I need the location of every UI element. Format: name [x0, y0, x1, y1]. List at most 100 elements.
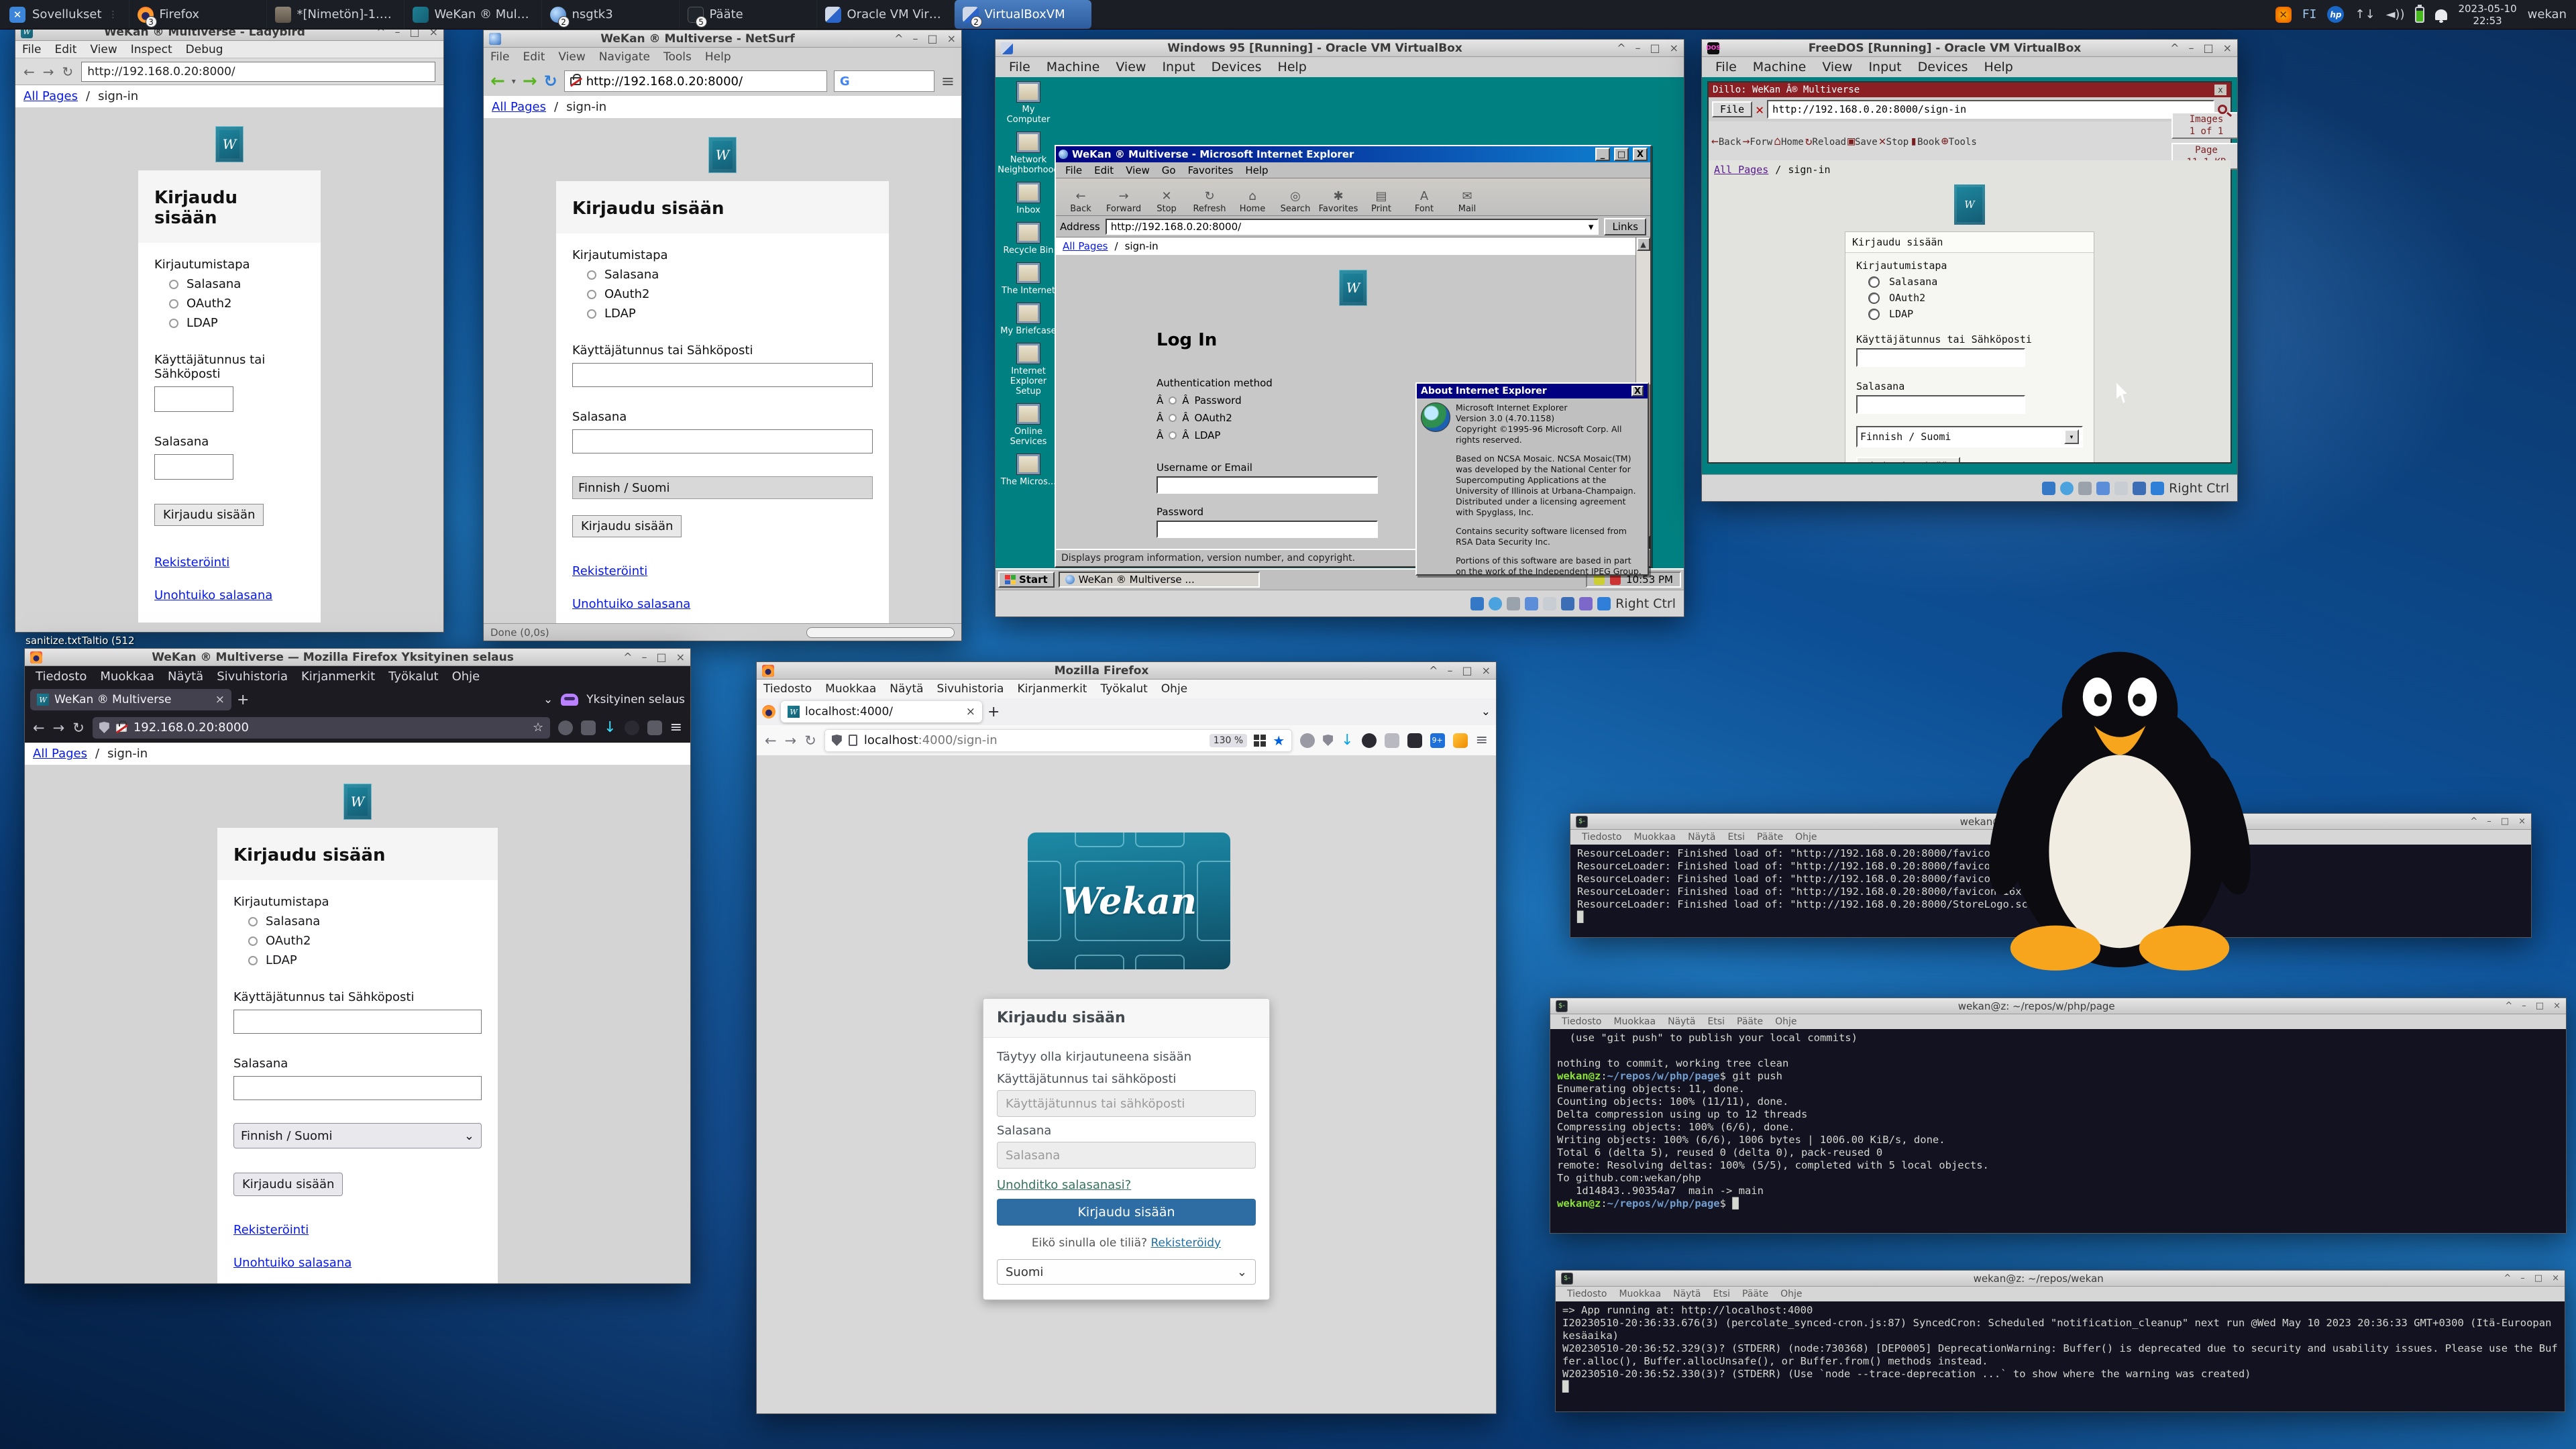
search-input[interactable]: G	[834, 70, 934, 92]
clock[interactable]: 2023-05-10 22:53	[2458, 3, 2516, 27]
menu-item[interactable]: Muokkaa	[1607, 1016, 1662, 1027]
desktop-icon[interactable]: My Briefcase	[1000, 303, 1057, 336]
forward-icon[interactable]: →	[43, 64, 54, 80]
menu-item[interactable]: Näytä	[883, 681, 930, 697]
reload-icon[interactable]: ↻	[72, 720, 85, 736]
links-button[interactable]: Links	[1604, 218, 1646, 235]
taskbar-window-button[interactable]: Oracle VM VirtualBox M...	[816, 0, 954, 29]
fingerprint-extension-icon[interactable]	[1300, 733, 1315, 748]
menu-item[interactable]: Kirjanmerkit	[1010, 681, 1093, 697]
radio-ldap[interactable]	[1169, 431, 1177, 439]
shade-button[interactable]: ^	[1617, 42, 1625, 54]
minimize-button[interactable]: _	[1595, 148, 1610, 161]
menu-item[interactable]: Input	[1862, 58, 1908, 76]
menu-item[interactable]: Muokkaa	[1627, 832, 1682, 843]
menu-item[interactable]: Help	[698, 49, 738, 65]
radio-password[interactable]	[1868, 276, 1880, 288]
toolbar-button[interactable]: ←Back	[1060, 189, 1102, 214]
url-bar[interactable]: 192.168.0.20:8000 ☆	[93, 717, 550, 739]
tab-close-icon[interactable]: ×	[215, 693, 225, 706]
back-icon[interactable]: ←	[765, 733, 777, 749]
menu-item[interactable]: Inspect	[124, 42, 179, 58]
register-link[interactable]: Rekisteröidy	[1150, 1236, 1221, 1250]
menu-item[interactable]: File	[1060, 164, 1087, 176]
menu-item[interactable]: Sivuhistoria	[930, 681, 1011, 697]
taskbar-window-button[interactable]: WeKan ® Multiverse - L...	[404, 0, 541, 29]
back-icon[interactable]: ←	[23, 64, 35, 80]
toolbar-button[interactable]: ▮Book	[1910, 134, 1940, 148]
desktop-icon[interactable]: Inbox	[1000, 182, 1057, 215]
list-tabs-icon[interactable]: ⌄	[543, 693, 553, 706]
menu-item[interactable]: Tiedosto	[29, 668, 93, 685]
username-input[interactable]: Käyttäjätunnus tai sähköposti	[997, 1090, 1256, 1117]
reload-icon[interactable]: ↻	[62, 64, 74, 80]
vbox-titlebar[interactable]: Windows 95 [Running] - Oracle VM Virtual…	[996, 40, 1684, 57]
menu-item[interactable]: Ohje	[1769, 1016, 1803, 1027]
desktop-icon[interactable]: Network Neighborhood	[1000, 131, 1057, 175]
menu-item[interactable]: File	[1709, 58, 1743, 76]
tab-wekan[interactable]: W WeKan ® Multiverse ×	[30, 689, 231, 710]
search-icon[interactable]	[2218, 105, 2227, 114]
menu-item[interactable]: View	[1109, 58, 1152, 76]
address-dropdown-icon[interactable]: ▾	[1589, 221, 1594, 233]
password-input[interactable]	[233, 1076, 482, 1100]
desktop-icon-taltio[interactable]: Taltio (512	[82, 635, 135, 647]
close-button[interactable]: ×	[1670, 42, 1678, 54]
shade-button[interactable]: ^	[1429, 664, 1438, 677]
close-button[interactable]: ×	[2552, 1273, 2559, 1283]
menu-item[interactable]: Help	[1978, 58, 2020, 76]
menu-item[interactable]: File	[15, 42, 48, 58]
forgot-password-link[interactable]: Unohditko salasanasi?	[997, 1178, 1131, 1192]
menu-item[interactable]: Edit	[1089, 164, 1119, 176]
menu-item[interactable]: Devices	[1911, 58, 1975, 76]
maximize-button[interactable]: □	[656, 651, 666, 663]
battery-icon[interactable]	[2415, 7, 2424, 23]
close-button[interactable]: X	[1633, 148, 1648, 161]
forward-icon[interactable]: →	[523, 71, 537, 91]
radio-oauth2[interactable]	[1868, 292, 1880, 304]
signin-button[interactable]: Kirjaudu sisään	[154, 504, 264, 526]
signin-button[interactable]: Kirjaudu sisään	[1856, 457, 1960, 462]
shade-button[interactable]: ^	[2170, 42, 2179, 54]
address-input[interactable]: http://192.168.0.20:8000/▾	[1106, 219, 1599, 235]
volume-icon[interactable]	[1594, 574, 1605, 585]
radio-ldap[interactable]	[587, 309, 596, 319]
close-button[interactable]: ×	[947, 32, 956, 45]
desktop-icon[interactable]: Recycle Bin	[1000, 222, 1057, 256]
desktop-icon[interactable]: The Micros...	[1000, 453, 1057, 487]
shade-button[interactable]: ^	[2470, 816, 2477, 826]
toolbar-button[interactable]: ←Back	[1711, 134, 1741, 148]
download-icon[interactable]: ↓	[1341, 732, 1353, 749]
menu-item[interactable]: Näytä	[1667, 1289, 1707, 1299]
terminal-titlebar[interactable]: $- wekan@z: ~/repos/w/php/page ^–□×	[1550, 998, 2566, 1014]
username-input[interactable]	[1856, 348, 2025, 367]
scroll-up-icon[interactable]: ▲	[1637, 237, 1650, 251]
toolbar-button[interactable]: ✉Mail	[1446, 189, 1488, 214]
menu-item[interactable]: Help	[1240, 164, 1273, 176]
toolbar-button[interactable]: ⌂Home	[1232, 189, 1273, 214]
tracking-protection-shield-icon[interactable]	[99, 722, 109, 733]
shade-button[interactable]: ^	[894, 32, 903, 45]
toolbar-button[interactable]: ▤Print	[1360, 189, 1402, 214]
hamburger-menu-icon[interactable]: ≡	[670, 719, 682, 736]
register-link[interactable]: Rekisteröinti	[572, 564, 873, 578]
username-input[interactable]	[1157, 476, 1378, 494]
desktop-icon-sanitize[interactable]: sanitize.txt	[25, 635, 81, 647]
menu-item[interactable]: Ohje	[445, 668, 487, 685]
download-icon[interactable]: ↓	[604, 719, 616, 736]
shade-button[interactable]: ^	[2505, 1001, 2512, 1011]
back-icon[interactable]: ←	[33, 720, 45, 736]
menu-item[interactable]: Tiedosto	[1576, 832, 1627, 843]
close-button[interactable]: ×	[2553, 1001, 2561, 1011]
about-titlebar[interactable]: About Internet ExplorerX	[1417, 384, 1648, 398]
firefox-app-icon[interactable]	[762, 705, 775, 718]
toolbar-button[interactable]: ↻Refresh	[1189, 189, 1230, 214]
close-button[interactable]: X	[1631, 386, 1644, 396]
tray-app-icon[interactable]: ✕	[2275, 7, 2292, 23]
forgot-password-link[interactable]: Unohtuiko salasana	[572, 597, 873, 611]
menu-item[interactable]: Muokkaa	[93, 668, 161, 685]
extension-icon[interactable]	[647, 720, 662, 735]
toolbar-button[interactable]: ✱Favorites	[1318, 189, 1359, 214]
minimize-button[interactable]: –	[2522, 1001, 2526, 1011]
firefox-titlebar[interactable]: Mozilla Firefox ^–□×	[757, 662, 1496, 680]
